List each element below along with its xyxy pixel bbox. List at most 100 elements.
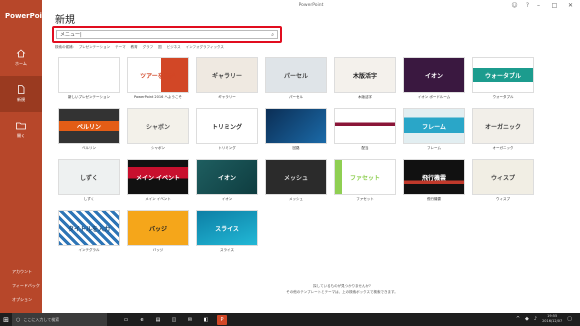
sidebar-item-new[interactable]: 新規 xyxy=(0,76,42,112)
suggested-search-link[interactable]: グラフ xyxy=(143,45,154,50)
template-tile[interactable]: 配当 xyxy=(334,108,396,154)
template-tile[interactable]: 飛行機雲 飛行機雲 xyxy=(403,159,465,205)
edge-icon[interactable]: e xyxy=(137,315,147,325)
suggested-searches-label: 検索の候補: xyxy=(55,45,74,49)
template-tile[interactable]: ウォータブル ウォータブル xyxy=(472,57,534,103)
template-tile[interactable]: 新しいプレゼンテーション xyxy=(58,57,120,103)
template-thumbnail-text: フレーム xyxy=(422,123,446,131)
template-thumbnail: パーセル xyxy=(265,57,327,93)
sidebar-bottom-links: アカウント フィードバック オプション xyxy=(0,265,42,307)
template-thumbnail: 木版活字 xyxy=(334,57,396,93)
task-view-icon[interactable]: ▭ xyxy=(121,315,131,325)
template-label: イオン xyxy=(221,197,233,201)
suggested-search-link[interactable]: インフォグラフィックス xyxy=(186,45,224,50)
template-thumbnail: バッジ xyxy=(127,210,189,246)
template-thumbnail-text: ウィスプ xyxy=(490,174,515,182)
notification-icon[interactable]: ▢ xyxy=(567,316,572,322)
chevron-up-icon[interactable]: ^ xyxy=(516,316,520,322)
mail-icon[interactable]: ✉ xyxy=(185,315,195,325)
template-tile[interactable]: イオン イオン ボードルーム xyxy=(403,57,465,103)
search-icon[interactable]: ⌕ xyxy=(271,32,274,38)
sidebar-link-feedback[interactable]: フィードバック xyxy=(0,279,42,293)
template-thumbnail xyxy=(58,57,120,93)
system-tray: ^ ◆ ♪ 19:55 2016/12/07 ▢ xyxy=(516,314,572,324)
help-icon[interactable]: ? xyxy=(523,2,532,10)
template-tile[interactable]: オーガニック オーガニック xyxy=(472,108,534,154)
close-button[interactable]: ✕ xyxy=(565,2,576,10)
new-presentation-pane: 新規 ⌕ 検索の候補: プレゼンテーション テーマ 教育 グラフ 図 ビジネス … xyxy=(42,0,580,313)
template-thumbnail xyxy=(334,108,396,144)
template-label: しずく xyxy=(83,197,95,201)
template-thumbnail: スライス xyxy=(196,210,258,246)
template-tile[interactable]: シャボン シャボン xyxy=(127,108,189,154)
template-label: 飛行機雲 xyxy=(427,197,441,201)
suggested-search-link[interactable]: 教育 xyxy=(131,45,138,50)
suggested-search-link[interactable]: テーマ xyxy=(115,45,126,50)
template-thumbnail-text: ベルリン xyxy=(76,123,101,131)
template-tile[interactable]: ツアーを開始 PowerPoint 2016 へようこそ xyxy=(127,57,189,103)
sidebar-item-home[interactable]: ホーム xyxy=(0,40,42,76)
powerpoint-icon[interactable]: P xyxy=(217,314,227,325)
window-title: PowerPoint xyxy=(298,3,324,8)
template-tile[interactable]: トリミング トリミング xyxy=(196,108,258,154)
template-thumbnail: タイトルを入力 xyxy=(58,210,120,246)
minimize-button[interactable]: – xyxy=(533,2,544,10)
template-tile[interactable]: メッシュ メッシュ xyxy=(265,159,327,205)
smiley-icon[interactable]: ☺ xyxy=(510,2,519,10)
template-thumbnail-text: しずく xyxy=(80,174,98,182)
template-label: シャボン xyxy=(151,146,165,150)
volume-icon[interactable]: ♪ xyxy=(534,316,537,322)
template-thumbnail-text: スライス xyxy=(215,225,239,233)
template-tile[interactable]: ベルリン ベルリン xyxy=(58,108,120,154)
template-tile[interactable]: フレーム フレーム xyxy=(403,108,465,154)
template-tile[interactable]: バッジ バッジ xyxy=(127,210,189,256)
template-tile[interactable]: スライス スライス xyxy=(196,210,258,256)
template-thumbnail: ギャラリー xyxy=(196,57,258,93)
suggested-search-link[interactable]: ビジネス xyxy=(167,45,181,50)
suggested-search-link[interactable]: プレゼンテーション xyxy=(79,45,110,50)
template-tile[interactable]: パーセル パーセル xyxy=(265,57,327,103)
template-tile[interactable]: メイン イベント メイン イベント xyxy=(127,159,189,205)
template-thumbnail: メイン イベント xyxy=(127,159,189,195)
windows-taskbar: ⊞ ○ ここに入力して検索 ▭ e ▤ ◫ ✉ ◧ P ^ ◆ ♪ 19:55 … xyxy=(0,313,580,326)
windows-start-icon[interactable]: ⊞ xyxy=(0,313,12,326)
sidebar-link-options[interactable]: オプション xyxy=(0,293,42,307)
template-thumbnail: ウォータブル xyxy=(472,57,534,93)
sidebar-item-open[interactable]: 開く xyxy=(0,112,42,148)
template-tile[interactable]: しずく しずく xyxy=(58,159,120,205)
template-tile[interactable]: ファセット ファセット xyxy=(334,159,396,205)
template-tile[interactable]: イオン イオン xyxy=(196,159,258,205)
suggested-search-link[interactable]: 図 xyxy=(158,45,162,50)
template-gallery: 新しいプレゼンテーション ツアーを開始 PowerPoint 2016 へようこそ ギ… xyxy=(58,57,534,256)
page-title: 新規 xyxy=(55,15,75,26)
network-icon[interactable]: ◆ xyxy=(525,316,529,322)
window-controls: – □ ✕ xyxy=(533,2,576,10)
sidebar-link-account[interactable]: アカウント xyxy=(0,265,42,279)
maximize-button[interactable]: □ xyxy=(549,2,560,10)
template-search-input[interactable] xyxy=(60,31,272,38)
template-tile[interactable]: ギャラリー ギャラリー xyxy=(196,57,258,103)
file-explorer-icon[interactable]: ▤ xyxy=(153,315,163,325)
template-thumbnail-text: パーセル xyxy=(283,72,308,80)
template-tile[interactable]: ウィスプ ウィスプ xyxy=(472,159,534,205)
template-thumbnail-text: 飛行機雲 xyxy=(421,174,446,182)
template-thumbnail: イオン xyxy=(196,159,258,195)
template-label: ウィスプ xyxy=(496,197,510,201)
template-label: ウォータブル xyxy=(492,95,514,99)
template-tile[interactable]: 木版活字 木版活字 xyxy=(334,57,396,103)
template-label: フレーム xyxy=(427,146,441,150)
template-label: メッシュ xyxy=(289,197,303,201)
office-icon[interactable]: ◧ xyxy=(201,315,211,325)
footer-line-2: その他のテンプレートとテーマは、上の検索ボックスで検索できます。 xyxy=(286,290,398,294)
template-label: ベルリン xyxy=(82,146,96,150)
new-file-icon xyxy=(18,85,25,94)
taskbar-clock[interactable]: 19:55 2016/12/07 xyxy=(542,314,562,324)
template-thumbnail: ウィスプ xyxy=(472,159,534,195)
template-thumbnail-text: ウォータブル xyxy=(484,72,521,80)
template-tile[interactable]: タイトルを入力 インテグラル xyxy=(58,210,120,256)
home-icon xyxy=(16,49,26,58)
store-icon[interactable]: ◫ xyxy=(169,315,179,325)
taskbar-search[interactable]: ○ ここに入力して検索 xyxy=(12,313,107,326)
template-tile[interactable]: 回路 xyxy=(265,108,327,154)
template-thumbnail-text: バッジ xyxy=(148,225,167,233)
